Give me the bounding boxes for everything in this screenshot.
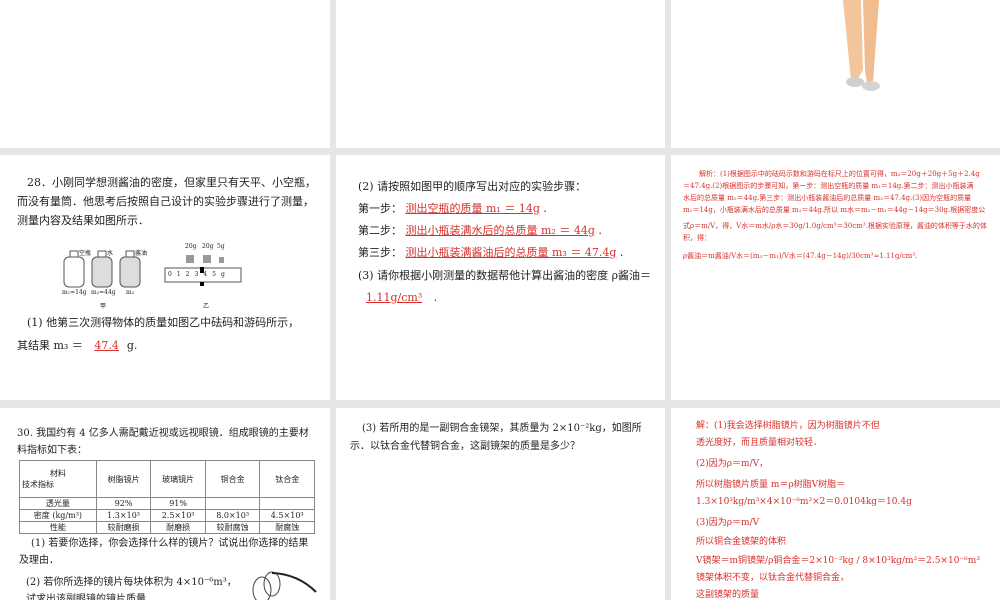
- solution-text: 解析：(1)根据图示中的砝码示数和游码在标尺上的位置可得，m₃＝20g＋20g＋…: [683, 170, 987, 260]
- figure-label-jia: 甲: [100, 303, 107, 310]
- subquestion-1: (1) 若要你选择，你会选择什么样的镜片？试说出你选择的结果及理由．: [19, 538, 309, 566]
- subquestion-2: (2) 请按照如图甲的顺序写出对应的实验步骤：: [358, 180, 587, 193]
- weight-20g-b: 20g: [202, 243, 214, 250]
- slide-thumbnail-top-right[interactable]: [671, 0, 1000, 148]
- step-2: 第二步： 测出小瓶装满水后的总质量 m₂ ＝ 44g .: [358, 224, 602, 237]
- subquestion-2: (2) 若你所选择的镜片每块体积为 4×10⁻⁶m³，试求出该副眼镜的镜片质量．: [26, 577, 237, 600]
- slide-thumbnail-top-left[interactable]: [0, 0, 330, 148]
- weight-5g: 5g: [217, 243, 225, 250]
- table-row: 性能 较耐磨损 耐磨损 较耐腐蚀 耐腐蚀: [19, 521, 315, 534]
- scale-ticks: 012345g: [168, 271, 230, 278]
- bottle-label-empty: 空瓶: [79, 250, 92, 257]
- mass-label-1: m₁=14g: [62, 289, 87, 296]
- table-row: 密度 (kg/m³) 1.3×10³ 2.5×10³ 8.0×10³ 4.5×10³: [19, 509, 315, 522]
- slide-30-solution[interactable]: 解：(1)我会选择树脂镜片，因为树脂镜片不但 透光度好，而且质量相对较轻． (2…: [671, 408, 1000, 600]
- mass-label-3: m₃: [126, 289, 135, 296]
- slide-30-question-3[interactable]: (3) 若所用的是一副铜合金镜架，其质量为 2×10⁻²kg，如图所示．以钛合金…: [336, 408, 665, 600]
- slide-28-question[interactable]: 28．小刚同学想测酱油的密度，但家里只有天平、小空瓶，而没有量筒．他思考后按照自…: [0, 155, 330, 400]
- cartoon-figure-legs-image: [843, 0, 880, 91]
- subquestion-1: (1) 他第三次测得物体的质量如图乙中砝码和游码所示，: [27, 316, 300, 329]
- experiment-figure: 空瓶 水 酱油 m₁=14g m₂=44g m₃ 甲 20g 20g 5g 01…: [60, 243, 250, 313]
- step-3: 第三步： 测出小瓶装满酱油后的总质量 m₃ ＝ 47.4g .: [358, 246, 624, 259]
- weight-20g-a: 20g: [185, 243, 197, 250]
- table-row: 透光量 92% 91%: [19, 497, 315, 510]
- slide-28-solution[interactable]: 解析：(1)根据图示中的砝码示数和游码在标尺上的位置可得，m₃＝20g＋20g＋…: [671, 155, 1000, 400]
- materials-table: 材料 技术指标 树脂镜片 玻璃镜片 铜合金 钛合金 透光量 92% 91% 密度 (kg/m…: [19, 460, 315, 534]
- mass-label-2: m₂=44g: [91, 289, 116, 296]
- slide-28-steps[interactable]: (2) 请按照如图甲的顺序写出对应的实验步骤： 第一步： 测出空瓶的质量 m₁ …: [336, 155, 665, 400]
- bottle-label-oil: 酱油: [135, 250, 148, 257]
- step-1: 第一步： 测出空瓶的质量 m₁ ＝ 14g .: [358, 202, 547, 215]
- question-30-text: 30. 我国约有 4 亿多人需配戴近视或远视眼镜．组成眼镜的主要材料指标如下表：: [17, 428, 309, 456]
- subquestion-1-answer-line: 其结果 m₃ ＝ 47.4 g.: [17, 339, 138, 352]
- question-28-text: 28．小刚同学想测酱油的密度，但家里只有天平、小空瓶，而没有量筒．他思考后按照自…: [17, 176, 316, 227]
- density-answer: 1.11g/cm³ .: [366, 291, 438, 304]
- subquestion-3: (3) 若所用的是一副铜合金镜架，其质量为 2×10⁻²kg，如图所示．以钛合金…: [350, 423, 642, 452]
- bottle-label-water: 水: [107, 250, 114, 257]
- slide-thumbnail-top-middle[interactable]: [336, 0, 665, 148]
- subquestion-3: (3) 请你根据小刚测量的数据帮他计算出酱油的密度 ρ酱油＝: [358, 269, 652, 282]
- figure-label-yi: 乙: [203, 303, 210, 310]
- glasses-image: [252, 571, 317, 600]
- answer-m3: 47.4: [94, 339, 119, 352]
- slide-30-question[interactable]: 30. 我国约有 4 亿多人需配戴近视或远视眼镜．组成眼镜的主要材料指标如下表：…: [0, 408, 330, 600]
- solution-text: 解：(1)我会选择树脂镜片，因为树脂镜片不但 透光度好，而且质量相对较轻． (2…: [696, 421, 980, 600]
